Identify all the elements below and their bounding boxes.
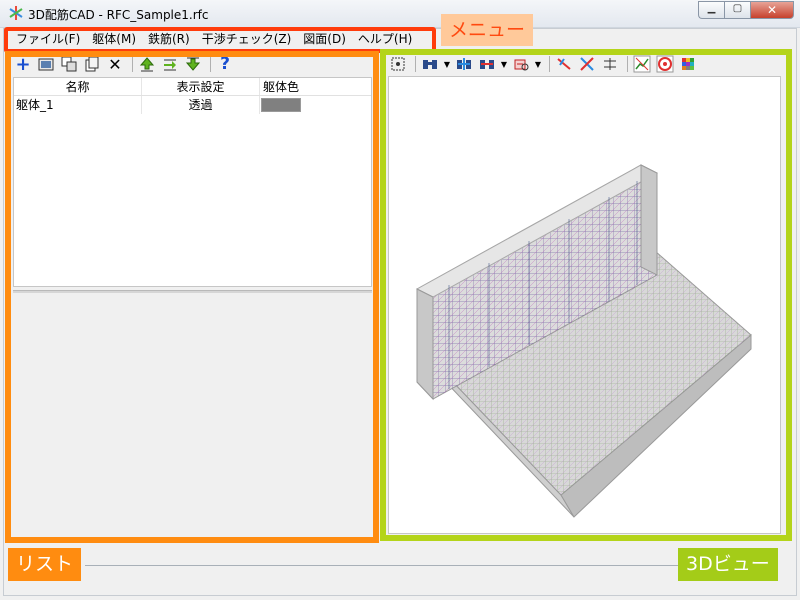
minimize-button[interactable]: ▁ — [698, 1, 724, 19]
title-bar: 3D配筋CAD - RFC_Sample1.rfc ▁ ▢ ✕ — [0, 0, 800, 28]
app-logo-icon — [9, 6, 23, 20]
window-controls: ▁ ▢ ✕ — [698, 1, 794, 19]
maximize-button[interactable]: ▢ — [724, 1, 750, 19]
window-title: 3D配筋CAD - RFC_Sample1.rfc — [28, 8, 209, 22]
status-bar-line — [85, 565, 685, 566]
close-button[interactable]: ✕ — [750, 1, 794, 19]
maximize-icon: ▢ — [732, 3, 743, 14]
view-annotation-label: 3Dビュー — [678, 548, 778, 581]
menu-highlight-frame — [4, 27, 436, 53]
list-annotation-label: リスト — [8, 548, 82, 581]
minimize-icon: ▁ — [707, 3, 716, 14]
close-icon: ✕ — [766, 3, 778, 17]
list-highlight-frame — [5, 51, 379, 543]
menu-annotation-label: メニュー — [441, 14, 534, 46]
view-highlight-frame — [380, 49, 792, 541]
